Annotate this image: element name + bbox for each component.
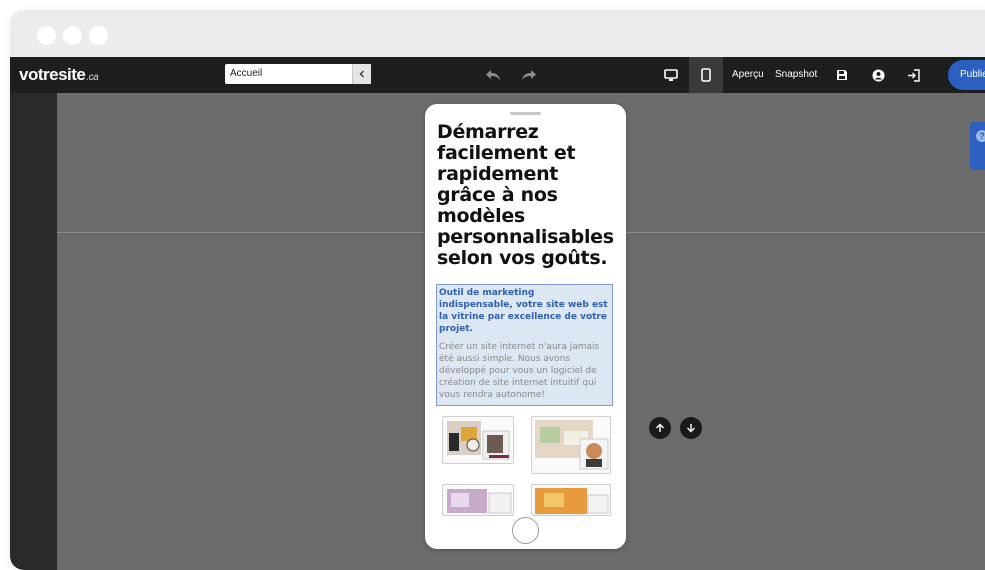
arrow-up-icon: [656, 423, 664, 432]
page-headline[interactable]: Démarrez facilement et rapidement grâce …: [437, 122, 619, 269]
save-button[interactable]: [832, 57, 852, 93]
publish-button[interactable]: Publier: [948, 60, 985, 90]
mobile-icon: [701, 68, 711, 82]
template-thumbnail[interactable]: [442, 484, 514, 516]
window-dot-3[interactable]: [89, 26, 108, 45]
user-icon: [872, 69, 884, 81]
help-tab[interactable]: ?: [970, 122, 985, 170]
editor-canvas: Démarrez facilement et rapidement grâce …: [57, 93, 985, 570]
selected-text-block[interactable]: Outil de marketing indispensable, votre …: [436, 284, 613, 406]
move-up-button[interactable]: [649, 417, 671, 439]
template-thumbnail[interactable]: [531, 416, 611, 474]
exit-button[interactable]: [903, 57, 923, 93]
chevron-left-icon[interactable]: [352, 64, 371, 84]
template-thumbnail[interactable]: [442, 416, 514, 464]
mobile-preview-frame: Démarrez facilement et rapidement grâce …: [425, 104, 626, 549]
window-dot-2[interactable]: [63, 26, 82, 45]
phone-home-button: [512, 517, 539, 544]
arrow-down-icon: [687, 424, 695, 433]
body-paragraph: Créer un site internet n'aura jamais été…: [439, 342, 600, 400]
brand-logo[interactable]: votresite.ca: [19, 65, 99, 85]
left-panel: [10, 93, 57, 570]
save-icon: [837, 70, 847, 80]
exit-icon: [907, 68, 920, 82]
snapshot-button[interactable]: Snapshot: [775, 69, 817, 80]
lead-paragraph: Outil de marketing indispensable, votre …: [439, 288, 608, 334]
editor-toolbar: votresite.ca Accueil Aperçu Snapshot Pub…: [10, 57, 985, 93]
brand-name: votresite: [19, 65, 86, 84]
move-down-button[interactable]: [680, 417, 702, 439]
window-dot-1[interactable]: [37, 26, 56, 45]
undo-icon: [486, 70, 500, 80]
desktop-icon: [664, 68, 678, 81]
phone-speaker: [510, 112, 541, 115]
help-icon: ?: [976, 130, 985, 142]
mobile-view-button[interactable]: [689, 57, 723, 93]
app-window: votresite.ca Accueil Aperçu Snapshot Pub…: [10, 10, 985, 570]
window-titlebar: [10, 10, 985, 57]
undo-button[interactable]: [482, 57, 504, 93]
page-select-value: Accueil: [230, 68, 263, 79]
redo-icon: [522, 70, 536, 80]
page-select[interactable]: Accueil: [225, 64, 371, 84]
account-button[interactable]: [868, 57, 888, 93]
redo-button[interactable]: [518, 57, 540, 93]
preview-button[interactable]: Aperçu: [732, 69, 764, 80]
brand-tld: .ca: [86, 72, 99, 83]
desktop-view-button[interactable]: [660, 57, 682, 93]
template-thumbnail[interactable]: [531, 484, 611, 516]
